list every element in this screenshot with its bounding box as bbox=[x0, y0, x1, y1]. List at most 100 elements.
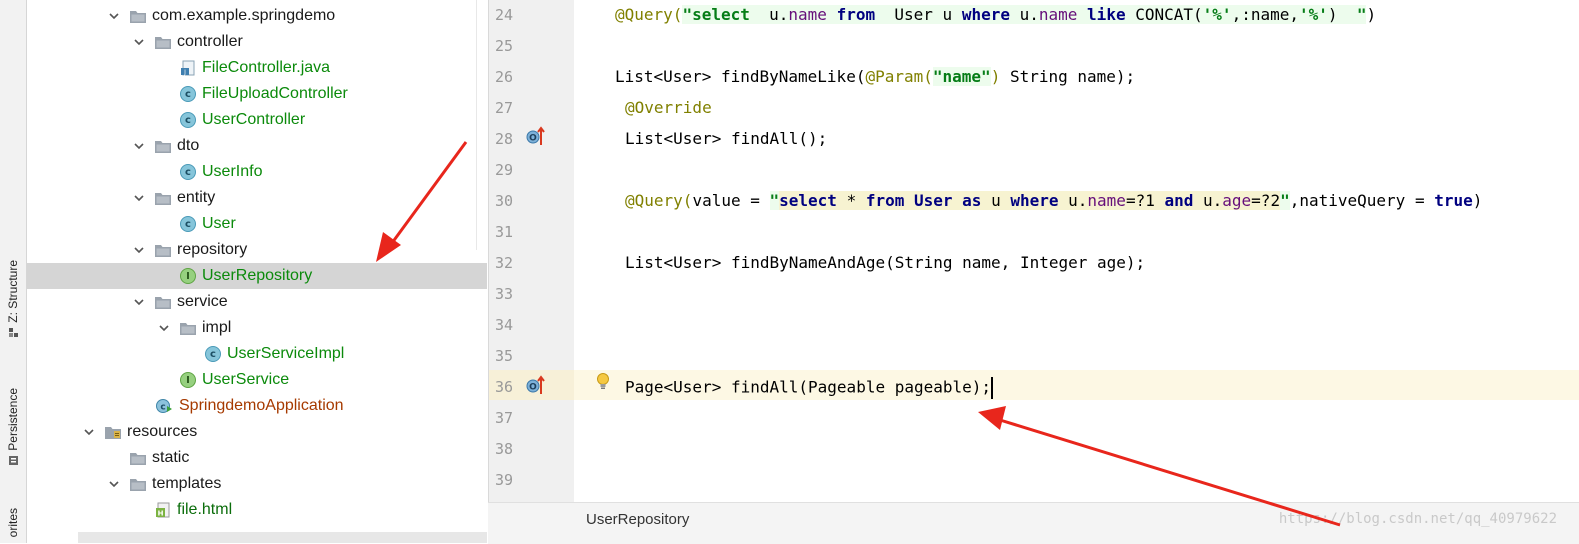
code-token: name bbox=[1038, 5, 1088, 24]
interface-icon: I bbox=[180, 268, 196, 284]
code-line-30: @Query(value = "select * from User as u … bbox=[625, 191, 1482, 210]
folder-icon bbox=[130, 10, 152, 23]
tree-item-service[interactable]: service bbox=[27, 289, 487, 315]
code-line-27: @Override bbox=[625, 98, 712, 117]
tree-item-label: UserInfo bbox=[202, 163, 263, 180]
tree-item-label: com.example.springdemo bbox=[152, 7, 336, 24]
chevron-down-icon[interactable] bbox=[132, 139, 146, 153]
code-line-36: Page<User> findAll(Pageable pageable); bbox=[625, 377, 994, 399]
code-token: u. bbox=[769, 5, 789, 24]
chevron-down-icon[interactable] bbox=[132, 243, 146, 257]
line-number: 38 bbox=[495, 440, 514, 458]
tree-horizontal-scrollbar[interactable] bbox=[78, 532, 487, 543]
tree-item-usercontroller[interactable]: c UserController bbox=[27, 107, 487, 133]
code-token: @Query( bbox=[625, 191, 693, 210]
lightbulb-icon[interactable] bbox=[596, 372, 610, 392]
chevron-down-icon[interactable] bbox=[107, 9, 121, 23]
code-token: "name" bbox=[932, 67, 991, 86]
tree-item-templates[interactable]: templates bbox=[27, 471, 487, 497]
code-line-32: List<User> findByNameAndAge(String name,… bbox=[625, 253, 1145, 272]
code-token: ) bbox=[1472, 191, 1483, 210]
code-token: @Param( bbox=[865, 67, 933, 86]
tree-vertical-scrollbar[interactable] bbox=[476, 0, 487, 250]
persistence-tab[interactable]: Persistence bbox=[4, 388, 22, 466]
chevron-down-icon[interactable] bbox=[157, 321, 171, 335]
tree-item-userinfo[interactable]: c UserInfo bbox=[27, 159, 487, 185]
persistence-icon bbox=[8, 455, 18, 465]
tree-item-user[interactable]: c User bbox=[27, 211, 487, 237]
chevron-down-icon[interactable] bbox=[132, 35, 146, 49]
tree-item-userserviceimpl[interactable]: c UserServiceImpl bbox=[27, 341, 487, 367]
folder-icon bbox=[180, 322, 202, 335]
tree-item-label: impl bbox=[202, 319, 232, 336]
favorites-tab[interactable]: orites bbox=[4, 508, 22, 537]
tree-item-label: SpringdemoApplication bbox=[179, 397, 344, 414]
tree-item-impl[interactable]: impl bbox=[27, 315, 487, 341]
code-token: ( bbox=[1193, 5, 1203, 24]
class-icon: c bbox=[205, 346, 221, 362]
override-method-icon[interactable]: O bbox=[525, 125, 547, 147]
code-token: true bbox=[1434, 191, 1473, 210]
line-number: 37 bbox=[495, 409, 514, 427]
tree-item-springdemoapplication[interactable]: c SpringdemoApplication bbox=[27, 393, 487, 419]
structure-tab[interactable]: Z: Structure bbox=[4, 260, 22, 338]
tree-item-label: dto bbox=[177, 137, 200, 154]
tool-window-strip: Z: Structure Persistence orites bbox=[0, 0, 27, 543]
line-number: 33 bbox=[495, 285, 514, 303]
tree-item-com-example-springdemo[interactable]: com.example.springdemo bbox=[27, 3, 487, 29]
tree-item-file-html[interactable]: Hfile.html bbox=[27, 497, 487, 523]
tree-item-label: templates bbox=[152, 475, 222, 492]
code-token: name bbox=[788, 5, 837, 24]
code-token: where bbox=[961, 5, 1020, 24]
tree-item-label: service bbox=[177, 293, 228, 310]
tree-item-label: FileController.java bbox=[202, 59, 331, 76]
line-number: 35 bbox=[495, 347, 514, 365]
tree-item-label: controller bbox=[177, 33, 243, 50]
breadcrumb-bar: UserRepository https://blog.csdn.net/qq_… bbox=[488, 502, 1579, 544]
tree-item-resources[interactable]: resources bbox=[27, 419, 487, 445]
override-method-icon-2[interactable]: O bbox=[525, 374, 547, 396]
chevron-down-icon[interactable] bbox=[132, 295, 146, 309]
code-token: String name); bbox=[1000, 67, 1136, 86]
tree-item-static[interactable]: static bbox=[27, 445, 487, 471]
folder-icon bbox=[155, 140, 177, 153]
tree-item-controller[interactable]: controller bbox=[27, 29, 487, 55]
tree-item-userrepository[interactable]: I UserRepository bbox=[27, 263, 487, 289]
tree-item-userservice[interactable]: I UserService bbox=[27, 367, 487, 393]
tree-item-dto[interactable]: dto bbox=[27, 133, 487, 159]
tree-item-entity[interactable]: entity bbox=[27, 185, 487, 211]
code-line-26: List<User> findByNameLike(@Param("name")… bbox=[615, 67, 1135, 86]
tree-item-filecontroller-java[interactable]: J FileController.java bbox=[27, 55, 487, 81]
folder-icon bbox=[155, 296, 177, 309]
code-editor[interactable]: @Query("select u.name from User u where … bbox=[574, 0, 1579, 502]
interface-icon: I bbox=[180, 372, 196, 388]
code-token: List<User> findAll(); bbox=[625, 129, 828, 148]
code-token: " bbox=[1356, 5, 1367, 24]
code-token: * bbox=[846, 191, 866, 210]
code-token: value = bbox=[692, 191, 770, 210]
code-token: =?1 bbox=[1125, 191, 1165, 210]
chevron-down-icon[interactable] bbox=[82, 425, 96, 439]
line-number: 39 bbox=[495, 471, 514, 489]
breadcrumb[interactable]: UserRepository bbox=[586, 511, 689, 528]
java-file-icon: J bbox=[180, 60, 196, 76]
chevron-down-icon[interactable] bbox=[107, 477, 121, 491]
tree-item-label: FileUploadController bbox=[202, 85, 348, 102]
line-number: 25 bbox=[495, 37, 514, 55]
code-token: =?2 bbox=[1251, 191, 1281, 210]
code-token: ) bbox=[1366, 5, 1377, 24]
code-token: like bbox=[1087, 5, 1136, 24]
svg-text:J: J bbox=[183, 69, 186, 76]
chevron-down-icon[interactable] bbox=[132, 191, 146, 205]
structure-tab-label: Z: Structure bbox=[6, 260, 20, 323]
tree-item-repository[interactable]: repository bbox=[27, 237, 487, 263]
code-token: ) bbox=[1327, 5, 1357, 24]
code-token: u. bbox=[1019, 5, 1039, 24]
tree-item-label: UserService bbox=[202, 371, 290, 388]
resources-folder-icon bbox=[105, 426, 127, 439]
code-token: CONCAT bbox=[1135, 5, 1194, 24]
tree-item-fileuploadcontroller[interactable]: c FileUploadController bbox=[27, 81, 487, 107]
code-line-28: List<User> findAll(); bbox=[625, 129, 827, 148]
code-token: '%' bbox=[1202, 5, 1232, 24]
code-token: User u bbox=[894, 5, 962, 24]
